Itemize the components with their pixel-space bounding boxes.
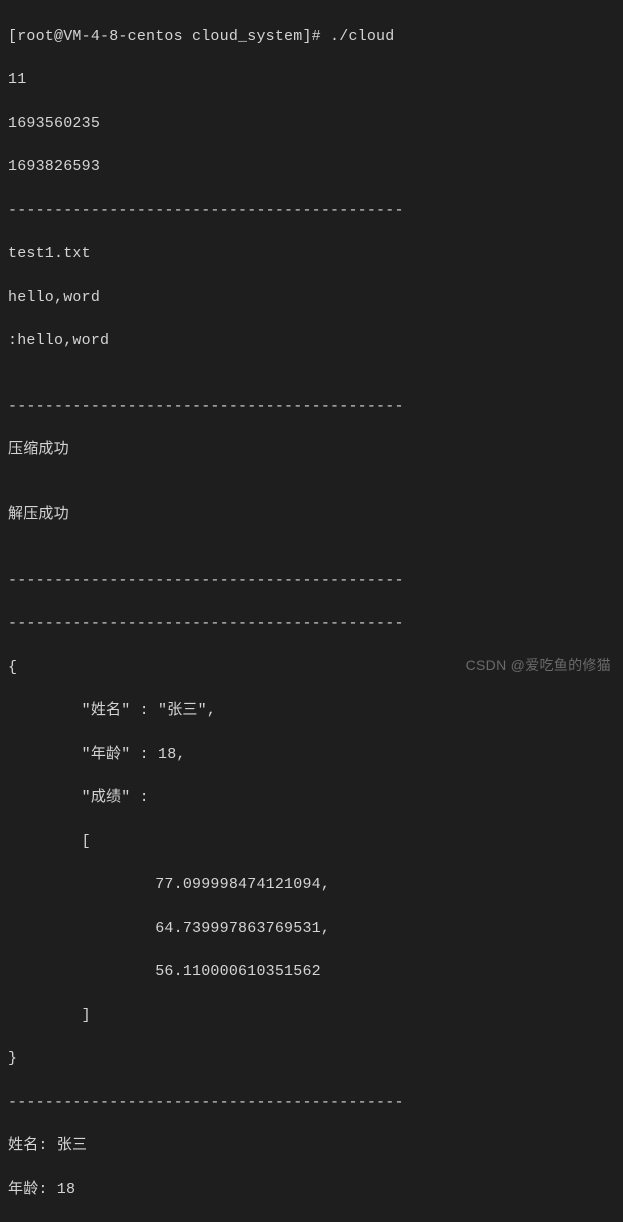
divider: ----------------------------------------… — [8, 1092, 615, 1114]
json-field-score: "成绩" : — [8, 787, 615, 809]
output-age: 年龄: 18 — [8, 1179, 615, 1201]
output-line: 11 — [8, 69, 615, 91]
terminal-output: [root@VM-4-8-centos cloud_system]# ./clo… — [8, 4, 615, 1222]
output-name: 姓名: 张三 — [8, 1135, 615, 1157]
output-filename: test1.txt — [8, 243, 615, 265]
decompress-status: 解压成功 — [8, 504, 615, 526]
divider: ----------------------------------------… — [8, 613, 615, 635]
watermark: CSDN @爱吃鱼的修猫 — [466, 655, 611, 675]
json-close-brace: } — [8, 1048, 615, 1070]
compress-status: 压缩成功 — [8, 439, 615, 461]
json-array-value: 64.739997863769531, — [8, 918, 615, 940]
divider: ----------------------------------------… — [8, 200, 615, 222]
json-array-value: 77.099998474121094, — [8, 874, 615, 896]
json-array-close: ] — [8, 1005, 615, 1027]
divider: ----------------------------------------… — [8, 396, 615, 418]
output-line: hello,word — [8, 287, 615, 309]
json-field-name: "姓名" : "张三", — [8, 700, 615, 722]
output-line: :hello,word — [8, 330, 615, 352]
output-timestamp: 1693826593 — [8, 156, 615, 178]
json-array-open: [ — [8, 831, 615, 853]
divider: ----------------------------------------… — [8, 570, 615, 592]
json-field-age: "年龄" : 18, — [8, 744, 615, 766]
shell-prompt: [root@VM-4-8-centos cloud_system]# ./clo… — [8, 26, 615, 48]
output-timestamp: 1693560235 — [8, 113, 615, 135]
json-array-value: 56.110000610351562 — [8, 961, 615, 983]
